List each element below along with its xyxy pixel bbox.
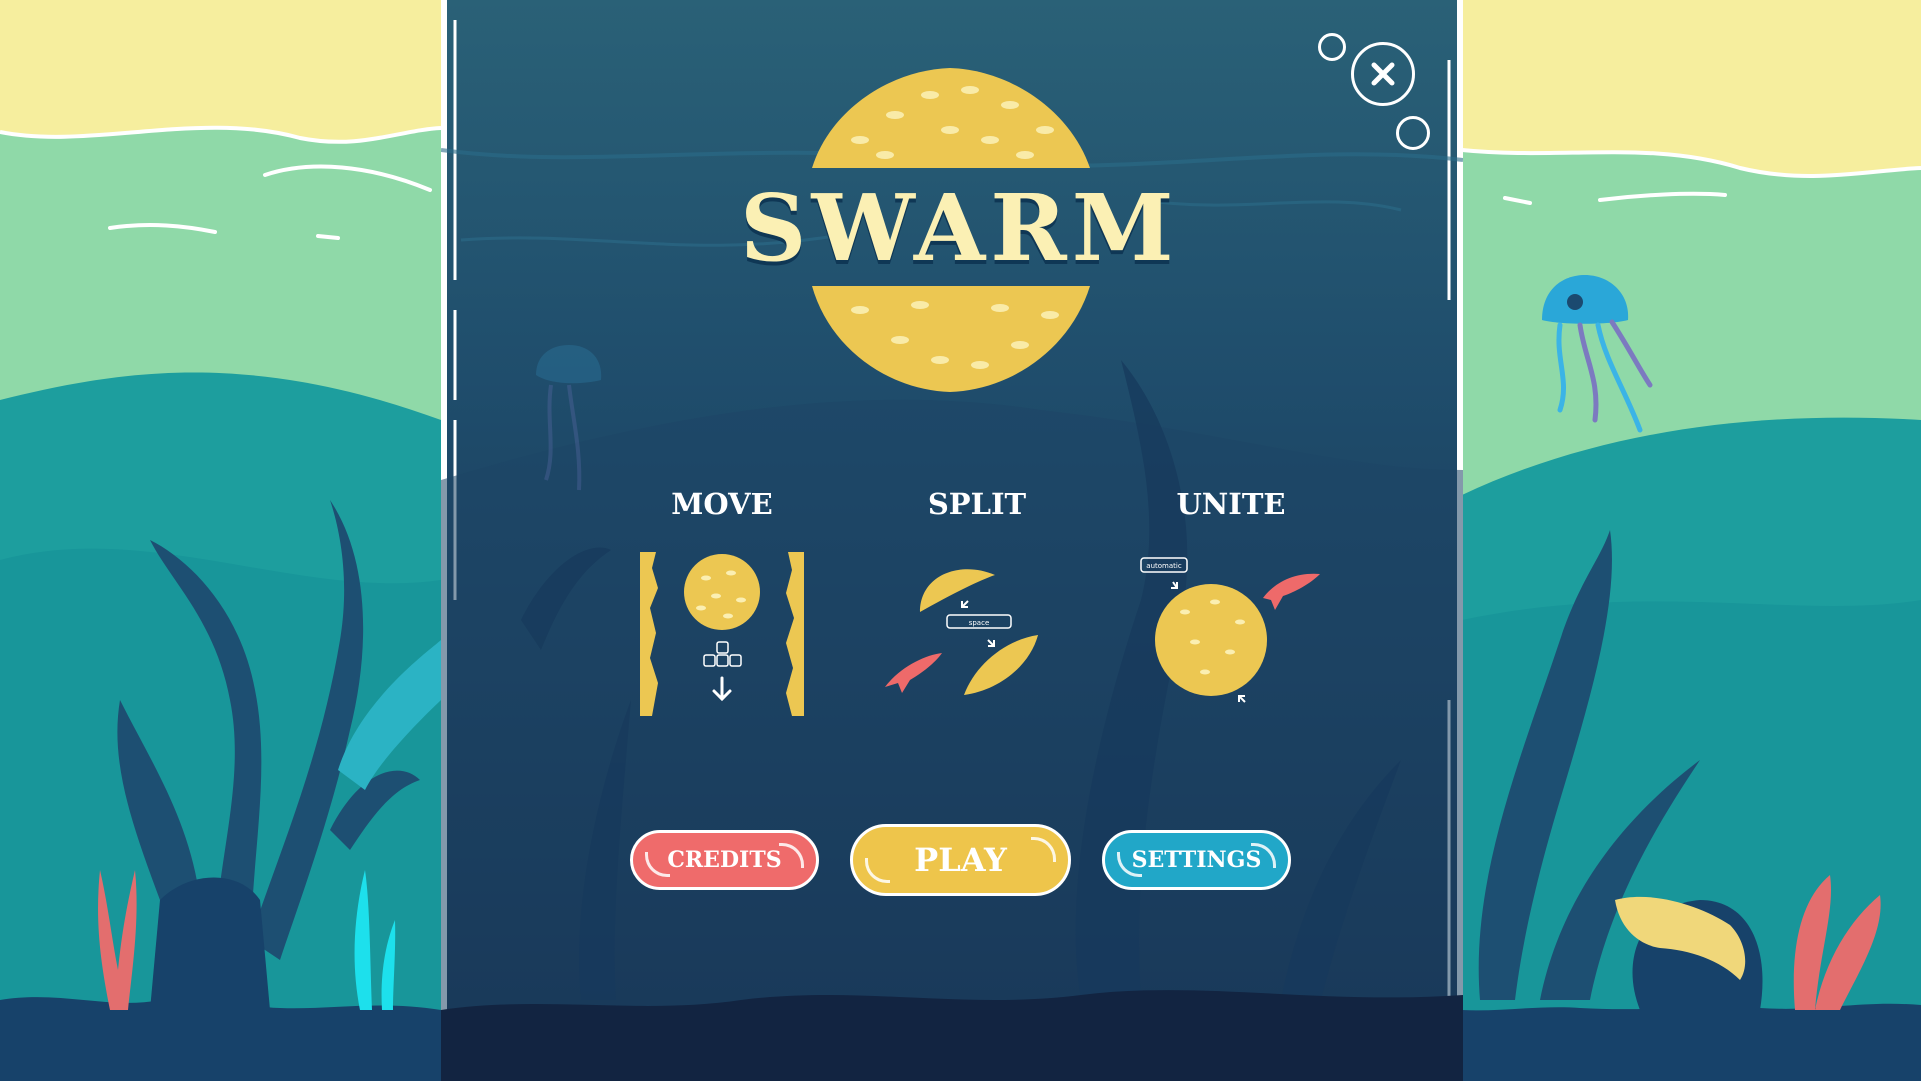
close-button[interactable]	[1351, 42, 1415, 106]
close-icon	[1371, 62, 1395, 86]
tutorial-move-label: MOVE	[671, 487, 773, 521]
play-button-label: PLAY	[914, 841, 1007, 879]
split-tutorial-illustration: space	[885, 569, 1038, 695]
tutorial-split-label: SPLIT	[927, 487, 1027, 521]
unite-tutorial-illustration: automatic	[1140, 557, 1320, 703]
automatic-key-hint: automatic	[1146, 562, 1182, 570]
red-fish-icon	[1263, 573, 1320, 610]
credits-button-label: CREDITS	[667, 847, 782, 873]
play-button[interactable]: PLAY	[850, 824, 1071, 896]
bubble-decoration	[1318, 33, 1346, 61]
bubble-decoration	[1396, 116, 1430, 150]
move-tutorial-illustration	[640, 552, 804, 716]
arrow-down-icon	[712, 676, 732, 702]
red-fish-icon	[885, 653, 942, 693]
settings-button-label: SETTINGS	[1131, 847, 1262, 873]
tutorial-unite-label: UNITE	[1176, 487, 1286, 521]
game-title: SWARM	[740, 174, 1179, 282]
space-key-hint: space	[969, 619, 990, 627]
settings-button[interactable]: SETTINGS	[1102, 830, 1291, 890]
credits-button[interactable]: CREDITS	[630, 830, 819, 890]
arrow-keys-icon	[703, 641, 742, 667]
